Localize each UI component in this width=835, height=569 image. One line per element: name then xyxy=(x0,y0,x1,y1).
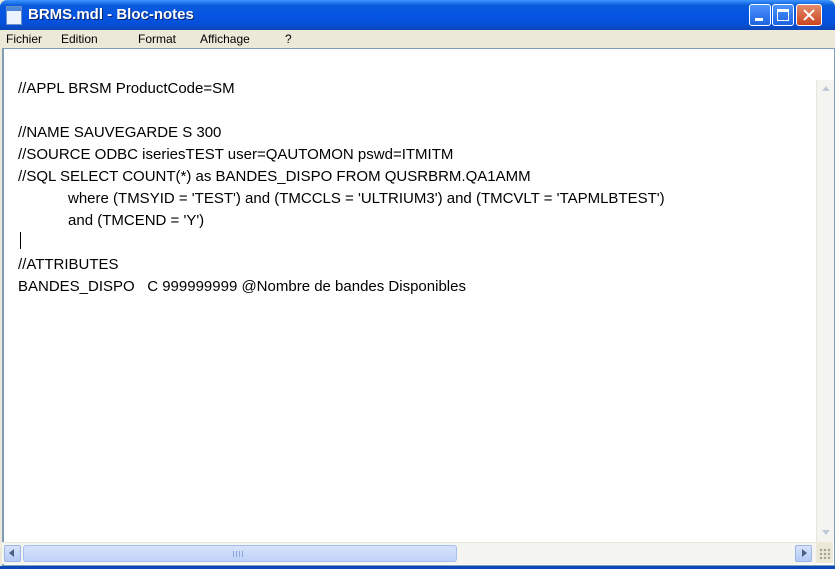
editor-line: //SOURCE ODBC iseriesTEST user=QAUTOMON … xyxy=(18,146,454,163)
menu-affichage[interactable]: Affichage xyxy=(200,30,250,48)
maximize-button[interactable] xyxy=(772,4,794,26)
text-caret xyxy=(20,232,21,249)
editor-line: //SQL SELECT COUNT(*) as BANDES_DISPO FR… xyxy=(18,168,531,185)
editor-line: //NAME SAUVEGARDE S 300 xyxy=(18,124,222,141)
menu-fichier[interactable]: Fichier xyxy=(6,30,42,48)
arrow-left-icon[interactable] xyxy=(4,545,21,562)
menu-format[interactable]: Format xyxy=(138,30,176,48)
size-grip-icon[interactable] xyxy=(816,542,833,563)
vertical-scrollbar[interactable] xyxy=(816,80,834,542)
notepad-window: BRMS.mdl - Bloc-notes Fichier Edition Fo… xyxy=(0,0,835,569)
title-bar[interactable]: BRMS.mdl - Bloc-notes xyxy=(0,0,835,30)
window-title: BRMS.mdl - Bloc-notes xyxy=(28,6,194,23)
editor-line: and (TMCEND = 'Y') xyxy=(18,212,205,229)
minimize-button[interactable] xyxy=(749,4,771,26)
editor-line: where (TMSYID = 'TEST') and (TMCCLS = 'U… xyxy=(18,190,665,207)
arrow-right-icon[interactable] xyxy=(795,545,812,562)
editor-line: BANDES_DISPO C 999999999 @Nombre de band… xyxy=(18,278,466,295)
menu-edition[interactable]: Edition xyxy=(61,30,98,48)
horizontal-scrollbar[interactable] xyxy=(2,542,816,564)
close-button[interactable] xyxy=(796,4,822,26)
menu-help[interactable]: ? xyxy=(285,30,292,48)
arrow-up-icon[interactable] xyxy=(818,81,834,97)
menu-bar: Fichier Edition Format Affichage ? xyxy=(0,30,835,48)
editor-line: //APPL BRSM ProductCode=SM xyxy=(18,80,235,97)
notepad-icon[interactable] xyxy=(6,6,22,25)
editor-line: //ATTRIBUTES xyxy=(18,256,119,273)
arrow-down-icon[interactable] xyxy=(818,525,834,541)
horizontal-scroll-thumb[interactable] xyxy=(23,545,457,562)
